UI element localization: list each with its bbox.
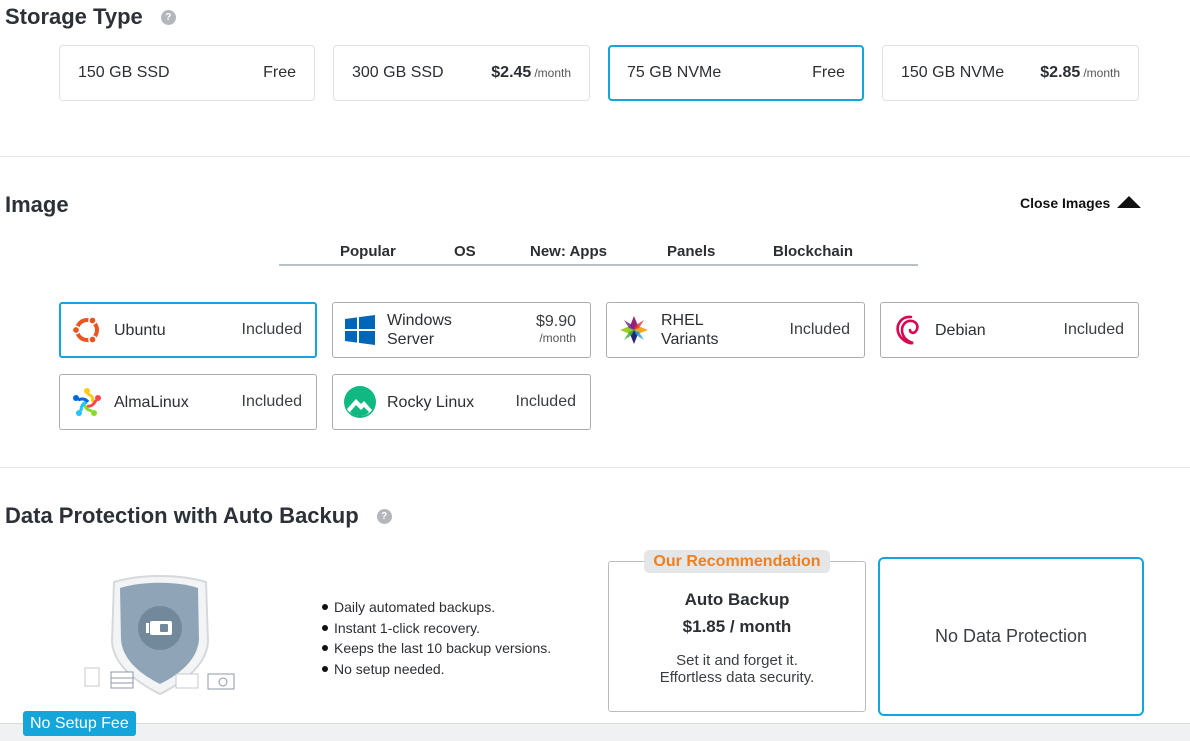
list-item: Keeps the last 10 backup versions.: [320, 638, 551, 659]
no-setup-fee-badge: No Setup Fee: [23, 711, 136, 736]
storage-type-title: Storage Type: [5, 4, 143, 29]
recommendation-badge: Our Recommendation: [644, 550, 830, 573]
storage-option-price: Free: [812, 64, 845, 81]
tab-popular[interactable]: Popular: [340, 243, 396, 260]
tab-panels[interactable]: Panels: [667, 243, 715, 260]
os-option-windows-server[interactable]: Windows Server $9.90 /month: [332, 302, 591, 358]
list-item: No setup needed.: [320, 659, 551, 680]
os-option-rhel-variants[interactable]: RHEL Variants Included: [606, 302, 865, 358]
os-status: Included: [789, 321, 851, 338]
help-icon[interactable]: ?: [160, 9, 176, 25]
storage-option-price: $2.45/month: [491, 64, 571, 81]
auto-backup-title: Auto Backup: [684, 590, 790, 609]
debian-icon: [889, 311, 927, 349]
os-name: Rocky Linux: [387, 393, 475, 411]
no-data-protection-option[interactable]: No Data Protection: [878, 557, 1144, 716]
os-name: Debian: [935, 321, 986, 339]
os-name: Windows Server: [387, 312, 452, 348]
backup-features-list: Daily automated backups. Instant 1-click…: [320, 597, 551, 679]
auto-backup-option[interactable]: Auto Backup $1.85 / month Set it and for…: [608, 561, 866, 712]
windows-icon: [341, 311, 379, 349]
os-option-almalinux[interactable]: AlmaLinux Included: [59, 374, 317, 430]
section-divider: [0, 156, 1190, 157]
list-item: Instant 1-click recovery.: [320, 618, 551, 639]
bottom-bar: [0, 723, 1190, 741]
close-images-button[interactable]: Close Images: [1020, 195, 1142, 211]
ubuntu-icon: [68, 311, 106, 349]
storage-option-150gb-ssd[interactable]: 150 GB SSD Free: [59, 45, 315, 101]
image-title: Image: [5, 192, 69, 217]
os-option-ubuntu[interactable]: Ubuntu Included: [59, 302, 317, 358]
tab-os[interactable]: OS: [454, 243, 476, 260]
rocky-linux-icon: [341, 383, 379, 421]
auto-backup-price: $1.85 / month: [682, 617, 792, 636]
close-images-label: Close Images: [1020, 195, 1111, 211]
image-heading: Image: [5, 192, 69, 218]
backup-heading: Data Protection with Auto Backup ?: [5, 503, 392, 529]
os-status: Included: [1063, 321, 1125, 338]
os-price: $9.90 /month: [535, 313, 576, 346]
os-option-debian[interactable]: Debian Included: [880, 302, 1139, 358]
os-status: Included: [241, 321, 303, 338]
backup-title: Data Protection with Auto Backup: [5, 503, 359, 528]
storage-option-75gb-nvme[interactable]: 75 GB NVMe Free: [608, 45, 864, 101]
storage-option-label: 300 GB SSD: [352, 64, 444, 81]
storage-type-heading: Storage Type ?: [5, 4, 176, 30]
storage-option-150gb-nvme[interactable]: 150 GB NVMe $2.85/month: [882, 45, 1139, 101]
os-option-rocky-linux[interactable]: Rocky Linux Included: [332, 374, 591, 430]
image-tabs: Popular OS New: Apps Panels Blockchain: [279, 243, 918, 266]
storage-option-label: 75 GB NVMe: [627, 64, 722, 81]
storage-option-300gb-ssd[interactable]: 300 GB SSD $2.45/month: [333, 45, 590, 101]
os-status: Included: [241, 393, 303, 410]
os-status: Included: [515, 393, 577, 410]
os-name: AlmaLinux: [114, 393, 189, 411]
os-name: RHEL Variants: [661, 312, 719, 348]
storage-option-label: 150 GB SSD: [78, 64, 170, 81]
tab-blockchain[interactable]: Blockchain: [773, 243, 853, 260]
help-icon[interactable]: ?: [376, 508, 392, 524]
collapse-triangle-icon: [1117, 196, 1142, 208]
storage-option-label: 150 GB NVMe: [901, 64, 1005, 81]
storage-option-price: Free: [263, 64, 296, 81]
almalinux-icon: [68, 383, 106, 421]
os-name: Ubuntu: [114, 321, 166, 339]
no-data-protection-label: No Data Protection: [934, 626, 1088, 646]
auto-backup-description: Set it and forget it. Effortless data se…: [659, 652, 815, 686]
tab-new-apps[interactable]: New: Apps: [530, 243, 607, 260]
section-divider: [0, 467, 1190, 468]
list-item: Daily automated backups.: [320, 597, 551, 618]
rhel-icon: [615, 311, 653, 349]
backup-shield-illustration: [80, 572, 240, 697]
storage-option-price: $2.85/month: [1040, 64, 1120, 81]
